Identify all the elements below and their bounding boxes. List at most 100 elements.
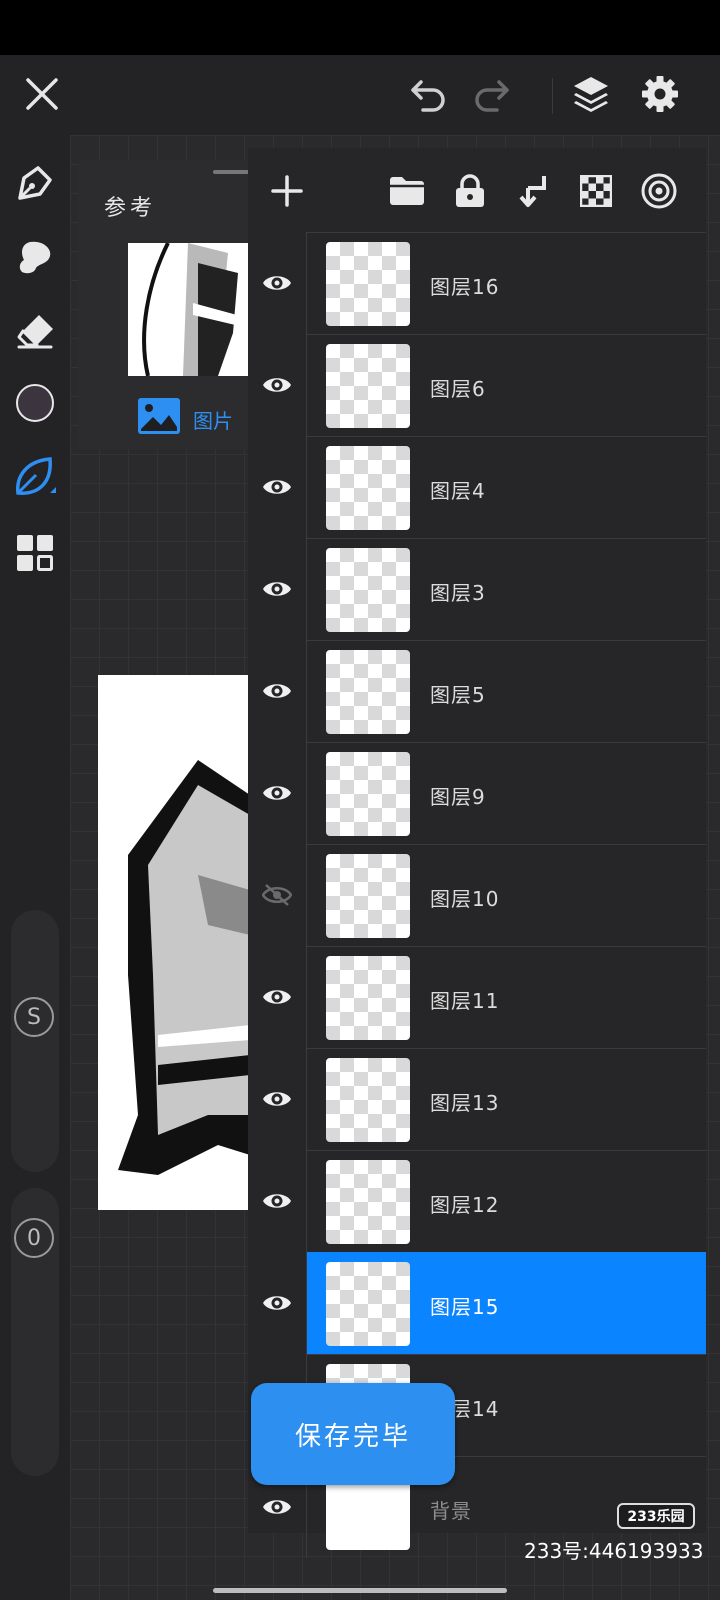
layer-thumbnail [326, 242, 410, 326]
layer-row[interactable]: 图层12 [248, 1150, 706, 1252]
transparency-lock-button[interactable] [571, 166, 621, 216]
layers-icon [574, 77, 608, 112]
brush-size-knob[interactable]: S [14, 997, 54, 1037]
merge-down-button[interactable] [508, 166, 558, 216]
layer-thumbnail [326, 548, 410, 632]
visibility-toggle[interactable] [248, 334, 306, 436]
layers-button[interactable] [567, 70, 615, 118]
eye-icon [263, 276, 291, 290]
layer-row[interactable]: 图层15 [248, 1252, 706, 1354]
brush-size-slider[interactable]: S [11, 910, 59, 1172]
layer-row[interactable]: 图层16 [248, 232, 706, 334]
layer-name: 图层4 [430, 479, 486, 503]
layer-row[interactable]: 图层11 [248, 946, 706, 1048]
eye-icon [263, 786, 291, 800]
eraser-icon [17, 315, 53, 349]
layer-thumbnail [326, 650, 410, 734]
settings-button[interactable] [636, 70, 684, 118]
layer-item[interactable]: 图层6 [306, 334, 706, 436]
layer-item[interactable]: 图层11 [306, 946, 706, 1048]
layer-row-divider [306, 232, 307, 334]
visibility-toggle[interactable] [248, 436, 306, 538]
layer-row-divider [306, 1252, 307, 1354]
brush-opacity-knob[interactable]: 0 [14, 1218, 54, 1258]
layer-thumbnail [326, 956, 410, 1040]
eye-icon [263, 1500, 291, 1514]
folder-icon [390, 177, 424, 205]
undo-button[interactable] [406, 73, 450, 117]
eye-icon [263, 1194, 291, 1208]
layer-row[interactable]: 图层4 [248, 436, 706, 538]
pen-tool[interactable] [10, 158, 60, 208]
layer-thumbnail [326, 854, 410, 938]
home-indicator[interactable] [213, 1588, 507, 1593]
visibility-toggle[interactable] [248, 232, 306, 334]
layer-row-divider [306, 1048, 307, 1150]
close-button[interactable] [20, 72, 64, 116]
layer-item[interactable]: 图层16 [306, 232, 706, 334]
layer-row-divider [306, 538, 307, 640]
layer-item[interactable]: 图层13 [306, 1048, 706, 1150]
visibility-toggle[interactable] [248, 1252, 306, 1354]
more-tools-button[interactable] [10, 528, 60, 578]
visibility-toggle[interactable] [248, 640, 306, 742]
layer-item[interactable]: 图层12 [306, 1150, 706, 1252]
color-picker-button[interactable] [10, 378, 60, 428]
layer-row[interactable]: 图层5 [248, 640, 706, 742]
visibility-toggle[interactable] [248, 844, 306, 946]
layer-thumbnail [326, 344, 410, 428]
eye-icon [263, 1296, 291, 1310]
reference-image[interactable] [128, 243, 248, 376]
redo-button[interactable] [470, 73, 514, 117]
layer-name: 图层6 [430, 377, 486, 401]
layer-thumbnail [326, 752, 410, 836]
checkerboard-icon [580, 175, 612, 207]
layer-row-divider [306, 946, 307, 1048]
layer-item[interactable]: 图层3 [306, 538, 706, 640]
layer-folder-button[interactable] [382, 166, 432, 216]
layer-item[interactable]: 图层9 [306, 742, 706, 844]
reference-drag-handle[interactable] [213, 170, 249, 174]
smudge-tool[interactable] [10, 232, 60, 282]
eye-icon [263, 480, 291, 494]
eye-closed-icon [262, 884, 292, 906]
layer-item[interactable]: 图层10 [306, 844, 706, 946]
eraser-tool[interactable] [10, 306, 60, 356]
eye-icon [263, 990, 291, 1004]
layer-row[interactable]: 图层10 [248, 844, 706, 946]
redo-icon [475, 80, 509, 112]
layer-name: 图层13 [430, 1091, 500, 1115]
save-done-button[interactable]: 保存完毕 [251, 1383, 455, 1485]
pen-icon [18, 166, 52, 200]
undo-icon [411, 80, 445, 112]
reference-tab-image[interactable]: 图片 [193, 405, 233, 434]
layer-row[interactable]: 图层3 [248, 538, 706, 640]
layer-row[interactable]: 图层6 [248, 334, 706, 436]
layer-row[interactable]: 图层13 [248, 1048, 706, 1150]
visibility-toggle[interactable] [248, 742, 306, 844]
brush-opacity-slider[interactable]: 0 [11, 1188, 59, 1476]
eye-icon [263, 582, 291, 596]
lock-layer-button[interactable] [445, 166, 495, 216]
layer-item[interactable]: 图层5 [306, 640, 706, 742]
add-layer-button[interactable] [262, 166, 312, 216]
gear-icon [642, 76, 678, 112]
layer-item[interactable]: 图层15 [306, 1252, 706, 1354]
image-icon[interactable] [137, 397, 181, 439]
layer-row-divider [306, 844, 307, 946]
status-bar [0, 0, 720, 55]
reference-title: 参考 [104, 196, 157, 221]
visibility-toggle[interactable] [248, 946, 306, 1048]
layers-toolbar [248, 148, 706, 233]
clipping-mask-button[interactable] [634, 166, 684, 216]
visibility-toggle[interactable] [248, 538, 306, 640]
current-color-swatch [16, 384, 54, 422]
layer-thumbnail [326, 446, 410, 530]
visibility-toggle[interactable] [248, 1150, 306, 1252]
brush-tool[interactable] [10, 452, 60, 502]
layer-name: 图层15 [430, 1295, 500, 1319]
target-icon [641, 173, 677, 209]
visibility-toggle[interactable] [248, 1048, 306, 1150]
layer-item[interactable]: 图层4 [306, 436, 706, 538]
layer-row[interactable]: 图层9 [248, 742, 706, 844]
